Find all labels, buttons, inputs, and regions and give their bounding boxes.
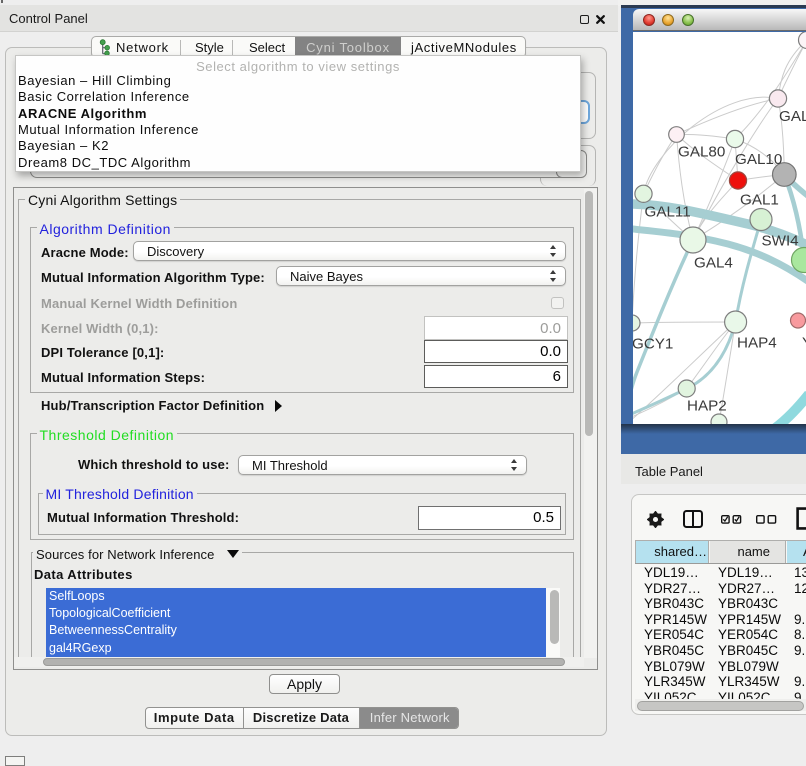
- svg-text:GAL1: GAL1: [740, 192, 779, 209]
- svg-text:HAP2: HAP2: [687, 398, 727, 415]
- svg-text:GAL7: GAL7: [779, 108, 806, 125]
- svg-text:GAL10: GAL10: [735, 151, 782, 168]
- svg-text:SWI4: SWI4: [762, 233, 799, 250]
- svg-text:HAP4: HAP4: [737, 335, 777, 352]
- svg-text:GAL4: GAL4: [694, 255, 733, 272]
- svg-text:YE: YE: [802, 335, 806, 352]
- svg-text:GAL80: GAL80: [678, 144, 725, 161]
- svg-text:GCY1: GCY1: [633, 336, 673, 353]
- svg-text:GAL11: GAL11: [645, 204, 691, 221]
